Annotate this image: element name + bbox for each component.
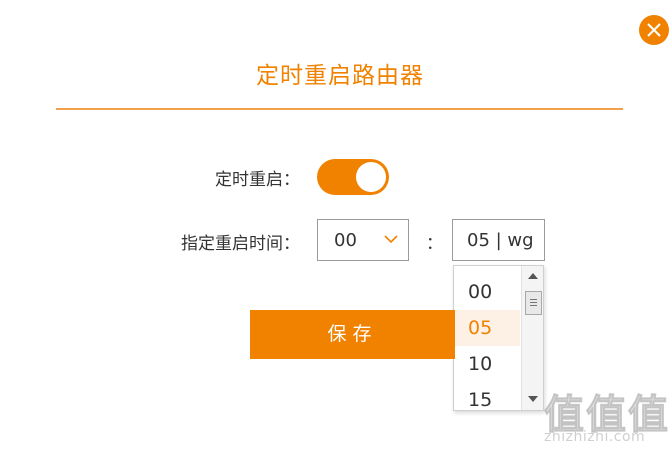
dialog-title: 定时重启路由器 bbox=[256, 63, 424, 89]
watermark: 值值值 zhizhizhi.com bbox=[540, 382, 672, 453]
restart-time-label: 指定重启时间： bbox=[181, 234, 300, 254]
watermark-url: zhizhizhi.com bbox=[544, 429, 646, 445]
hour-value: 00 bbox=[334, 230, 357, 251]
title-divider bbox=[56, 108, 623, 110]
minute-option-05[interactable]: 05 bbox=[454, 310, 520, 346]
chevron-down-icon bbox=[384, 235, 398, 244]
minute-option-15[interactable]: 15 bbox=[454, 382, 520, 410]
minute-option-00[interactable]: 00 bbox=[454, 274, 520, 310]
timer-restart-label: 定时重启： bbox=[215, 170, 300, 190]
minute-value: 05 | wg bbox=[467, 230, 534, 251]
minute-input[interactable]: 05 | wg bbox=[452, 219, 545, 261]
minute-option-10[interactable]: 10 bbox=[454, 346, 520, 382]
scroll-down-arrow-icon[interactable] bbox=[528, 396, 538, 402]
time-separator: ： bbox=[426, 234, 443, 254]
save-button[interactable]: 保存 bbox=[250, 310, 455, 359]
toggle-knob bbox=[356, 162, 386, 192]
hour-select[interactable]: 00 bbox=[317, 219, 409, 261]
scrollbar-thumb[interactable] bbox=[525, 291, 542, 315]
scroll-up-arrow-icon[interactable] bbox=[528, 273, 538, 279]
close-icon bbox=[647, 23, 661, 37]
close-button[interactable] bbox=[639, 15, 669, 45]
minute-dropdown-list[interactable]: 00 05 10 15 bbox=[453, 265, 544, 411]
timer-restart-toggle[interactable] bbox=[317, 159, 389, 195]
